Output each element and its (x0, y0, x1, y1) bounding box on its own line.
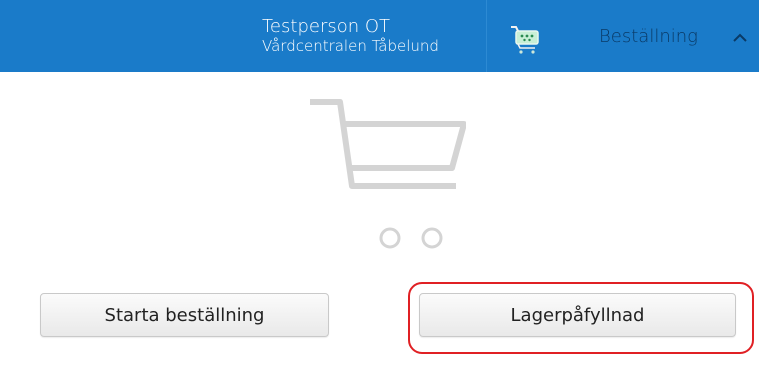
start-order-button[interactable]: Starta beställning (40, 293, 329, 337)
cart-button[interactable] (505, 22, 543, 58)
header-divider (486, 0, 487, 72)
chevron-up-icon[interactable] (732, 32, 748, 44)
user-name: Testperson OT (262, 16, 391, 37)
organization-name: Vårdcentralen Tåbelund (262, 37, 439, 55)
shopping-cart-icon (310, 99, 466, 249)
shopping-cart-icon (511, 26, 539, 54)
order-label[interactable]: Beställning (599, 26, 698, 47)
user-info[interactable]: Testperson OT Vårdcentralen Tåbelund (262, 16, 439, 56)
top-bar: Testperson OT Vårdcentralen Tåbelund Bes… (0, 0, 759, 72)
restock-button[interactable]: Lagerpåfyllnad (419, 293, 736, 337)
